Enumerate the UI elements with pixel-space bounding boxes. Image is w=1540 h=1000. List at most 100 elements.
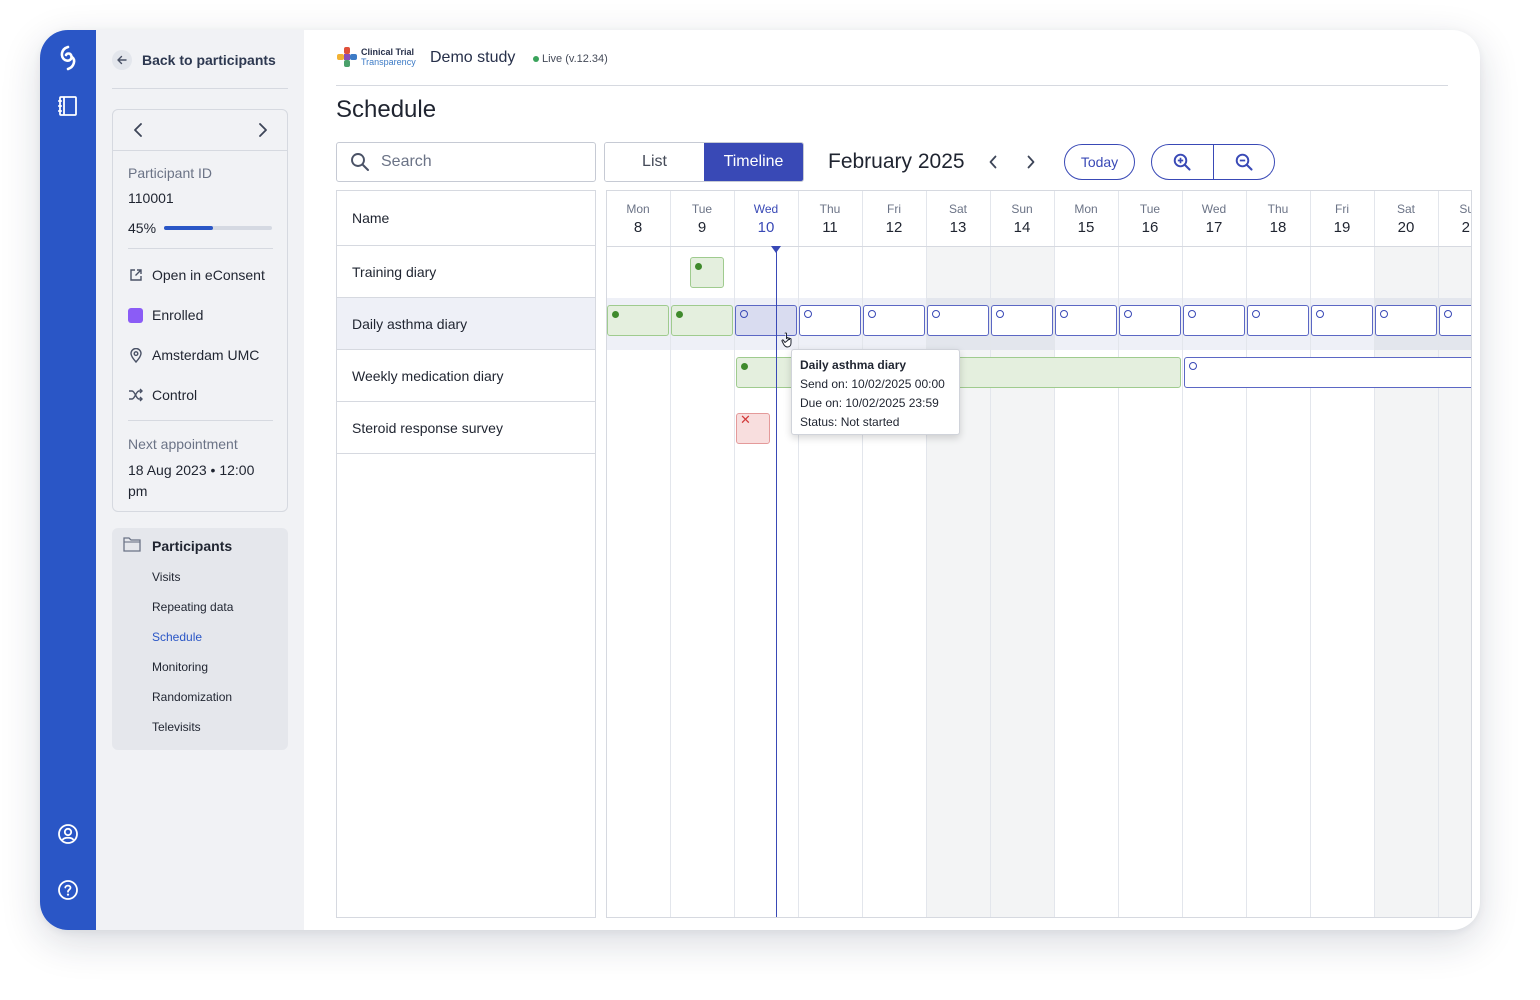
subnav-item-schedule[interactable]: Schedule: [152, 630, 202, 644]
training-diary-event[interactable]: [690, 257, 724, 288]
open-circle-icon: [1444, 310, 1452, 318]
chevron-left-icon[interactable]: [128, 120, 148, 140]
next-period-button[interactable]: [1021, 152, 1041, 172]
table-row-weekly-medication-diary[interactable]: Weekly medication diary: [337, 350, 595, 402]
day-name: Tue: [691, 202, 713, 216]
site-info: Amsterdam UMC: [128, 344, 259, 366]
progress-bar-fill: [164, 226, 213, 230]
search-box: [336, 142, 596, 182]
month-label: February 2025: [828, 150, 965, 173]
weekend-column-shade: [1374, 246, 1438, 917]
completed-dot-icon: [741, 363, 748, 370]
day-number: 13: [949, 219, 967, 236]
timeline-header-divider: [607, 246, 1471, 247]
day-column-divider: [1310, 191, 1311, 917]
divider: [128, 420, 273, 421]
arrow-left-icon: [112, 50, 132, 70]
day-name: Fri: [887, 202, 901, 216]
table-row-steroid-response-survey[interactable]: Steroid response survey: [337, 402, 595, 454]
daily-asthma-diary-event[interactable]: [1119, 305, 1181, 336]
app-logo-icon[interactable]: [54, 44, 82, 72]
current-time-line: [776, 246, 777, 917]
back-link-label: Back to participants: [142, 52, 276, 68]
list-view-button[interactable]: List: [605, 143, 704, 181]
completed-dot-icon: [695, 263, 702, 270]
event-tooltip: Daily asthma diary Send on: 10/02/2025 0…: [791, 349, 960, 435]
clinical-trial-transparency-logo: Clinical Trial Transparency: [336, 46, 416, 68]
zoom-out-button[interactable]: [1212, 145, 1275, 179]
account-icon[interactable]: [54, 820, 82, 848]
day-column-divider: [1182, 191, 1183, 917]
daily-asthma-diary-event[interactable]: [927, 305, 989, 336]
subnav-item-randomization[interactable]: Randomization: [152, 690, 232, 704]
daily-asthma-diary-event[interactable]: [1247, 305, 1309, 336]
zoom-in-icon: [1173, 153, 1191, 171]
day-column-divider: [798, 191, 799, 917]
subnav-item-visits[interactable]: Visits: [152, 570, 180, 584]
day-number: 16: [1141, 219, 1159, 236]
weekend-column-shade: [1438, 246, 1471, 917]
daily-asthma-diary-event[interactable]: [991, 305, 1053, 336]
day-column-divider: [990, 191, 991, 917]
day-number: 19: [1333, 219, 1351, 236]
daily-asthma-diary-event[interactable]: [863, 305, 925, 336]
help-icon[interactable]: [54, 876, 82, 904]
participant-id-value: 110001: [128, 190, 174, 206]
search-input[interactable]: [381, 153, 581, 171]
folder-icon: [123, 536, 141, 555]
day-name: Sat: [1396, 202, 1415, 216]
open-circle-icon: [1380, 310, 1388, 318]
daily-asthma-diary-event[interactable]: [607, 305, 669, 336]
steroid-response-survey-event[interactable]: ✕: [736, 413, 770, 444]
progress-percent: 45%: [128, 220, 157, 236]
participant-sidebar: Back to participants Participant ID 1100…: [96, 30, 304, 930]
chevron-right-icon[interactable]: [253, 120, 273, 140]
day-header: Tue 9: [670, 191, 734, 246]
day-column-divider: [1118, 191, 1119, 917]
subnav-item-repeating-data[interactable]: Repeating data: [152, 600, 233, 614]
day-column-divider: [1374, 191, 1375, 917]
completed-dot-icon: [612, 311, 619, 318]
table-row-training-diary[interactable]: Training diary: [337, 246, 595, 298]
schedule-name-table: Name Training diary Daily asthma diary W…: [336, 190, 596, 918]
table-row-daily-asthma-diary[interactable]: Daily asthma diary: [337, 298, 595, 350]
day-number: 14: [1013, 219, 1031, 236]
day-column-divider: [734, 191, 735, 917]
daily-asthma-diary-event[interactable]: [1183, 305, 1245, 336]
search-icon: [349, 151, 371, 173]
daily-asthma-diary-event[interactable]: [1439, 305, 1471, 336]
today-button[interactable]: Today: [1064, 144, 1135, 180]
day-header: Wed 10: [734, 191, 798, 246]
missed-x-icon: ✕: [740, 412, 751, 427]
day-header: Fri 19: [1310, 191, 1374, 246]
day-header: Thu 18: [1246, 191, 1310, 246]
schedule-timeline: Mon 8 Tue 9 Wed 10 Thu 11 Fri 12 Sat 13 Sun 14 Mon 15 Tu…: [606, 190, 1472, 918]
day-header: Mon 8: [607, 191, 670, 246]
daily-asthma-diary-event[interactable]: [1055, 305, 1117, 336]
previous-period-button[interactable]: [983, 152, 1003, 172]
zoom-in-button[interactable]: [1152, 145, 1213, 179]
participants-section[interactable]: Participants: [123, 536, 232, 555]
back-to-participants-link[interactable]: Back to participants: [112, 46, 288, 74]
subnav-item-monitoring[interactable]: Monitoring: [152, 660, 208, 674]
site-label: Amsterdam UMC: [152, 347, 260, 363]
day-name: Tue: [1139, 202, 1161, 216]
divider: [128, 248, 273, 249]
subnav-item-televisits[interactable]: Televisits: [152, 720, 201, 734]
open-circle-icon: [1188, 310, 1196, 318]
timeline-view-button[interactable]: Timeline: [704, 143, 803, 181]
completed-dot-icon: [676, 311, 683, 318]
daily-asthma-diary-event[interactable]: [1311, 305, 1373, 336]
next-appointment-value: 18 Aug 2023 • 12:00 pm: [128, 462, 255, 499]
day-name: Sun: [1459, 202, 1471, 216]
day-column-divider: [1246, 191, 1247, 917]
daily-asthma-diary-event[interactable]: [799, 305, 861, 336]
open-in-econsent-link[interactable]: Open in eConsent: [128, 264, 265, 286]
daily-asthma-diary-event[interactable]: [1375, 305, 1437, 336]
notebook-icon[interactable]: [54, 92, 82, 120]
zoom-out-icon: [1235, 153, 1253, 171]
weekly-medication-diary-event[interactable]: [1184, 357, 1471, 388]
tooltip-send-on: Send on: 10/02/2025 00:00: [800, 377, 945, 391]
study-name: Demo study: [430, 49, 516, 66]
daily-asthma-diary-event[interactable]: [671, 305, 733, 336]
